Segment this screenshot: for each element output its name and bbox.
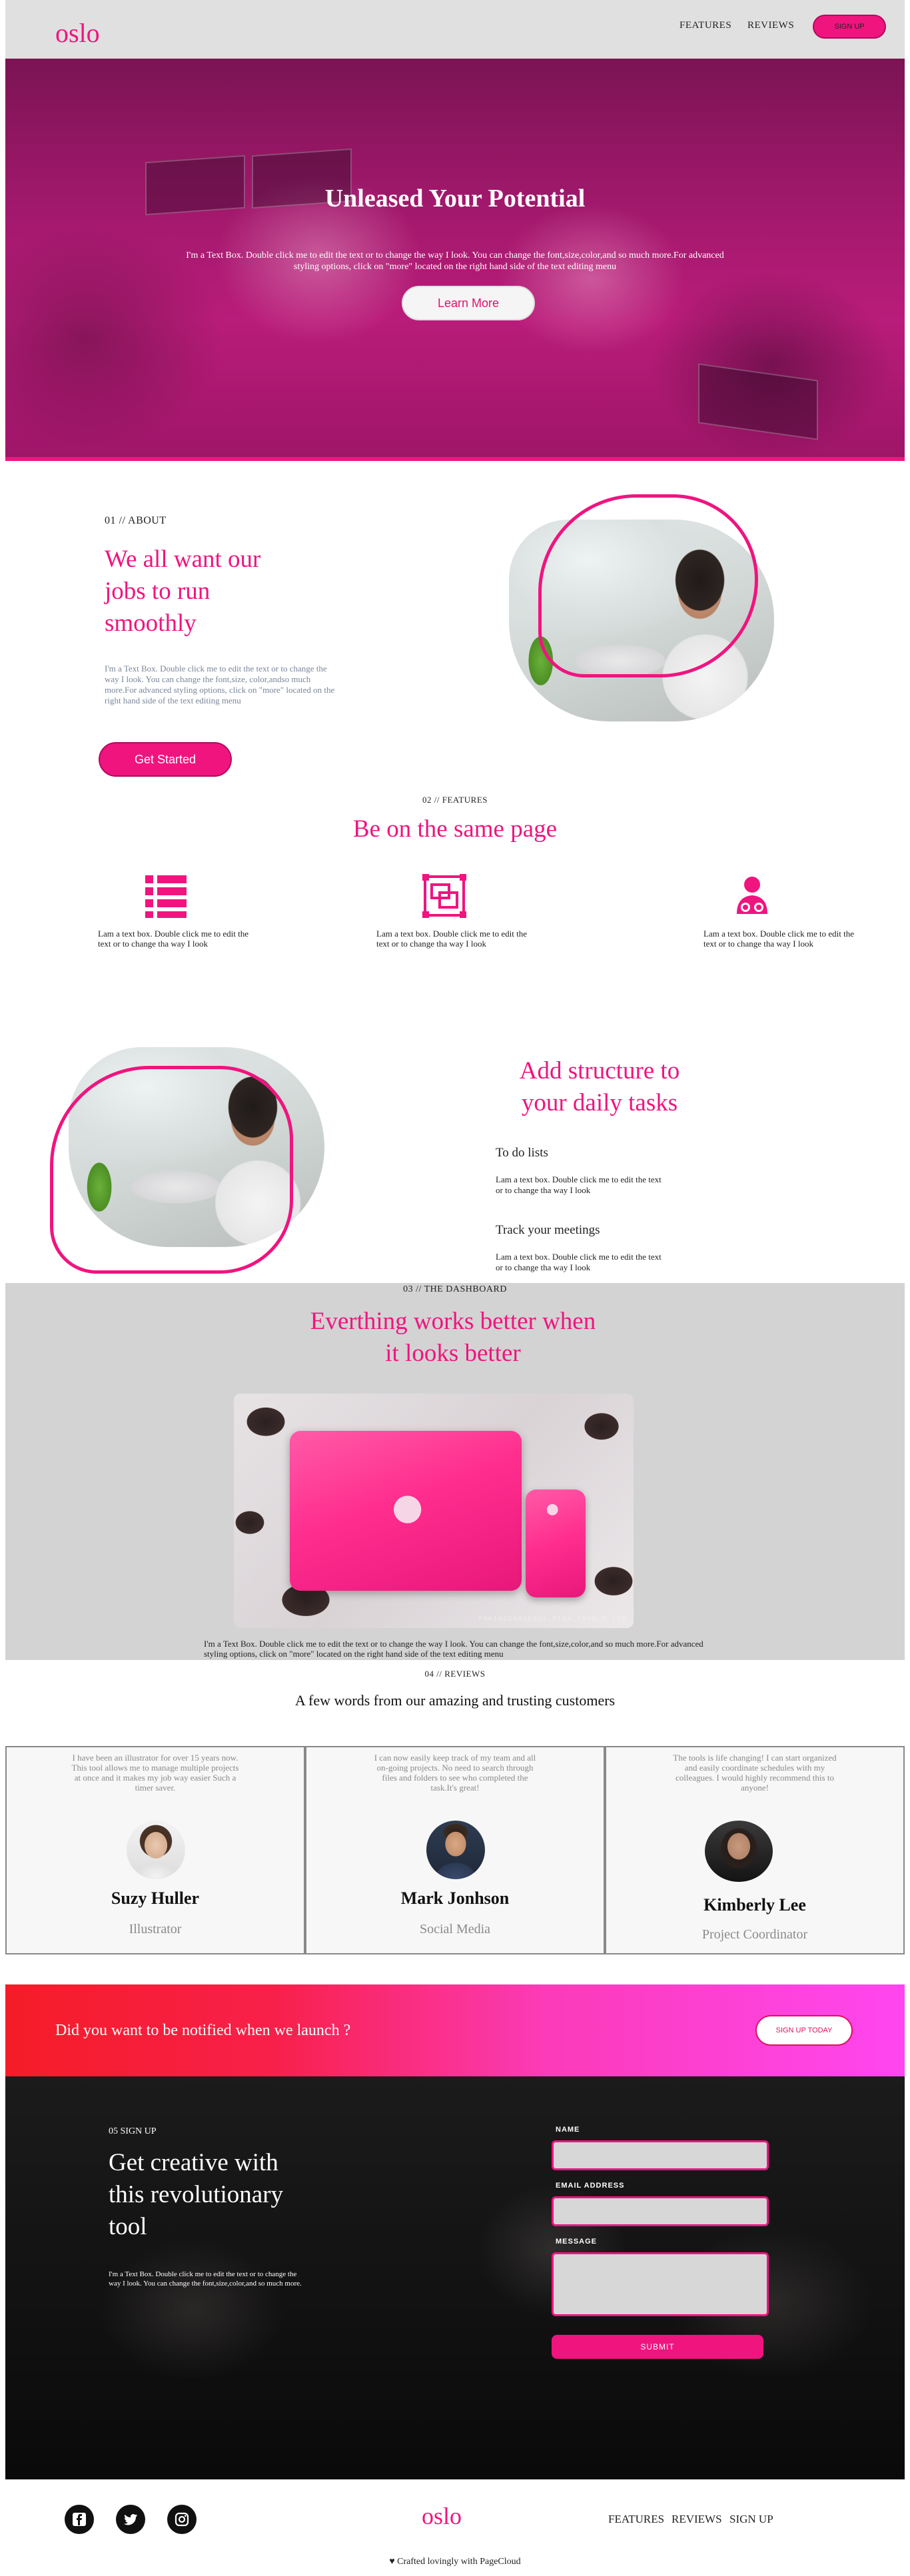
hero-section: Unleased Your Potential I'm a Text Box. … xyxy=(5,59,905,461)
image-watermark: FUKINGGORGEOUS-PINK.TUMBLR.COM xyxy=(478,1616,627,1623)
feature-text-2: Lam a text box. Double click me to edit … xyxy=(376,929,527,949)
notify-banner: Did you want to be notified when we laun… xyxy=(5,1984,905,2076)
features-headline: Be on the same page xyxy=(352,815,558,843)
pink-laptop: ● xyxy=(290,1431,522,1591)
reviewer-name: Kimberly Lee xyxy=(703,1895,806,1915)
review-text: I can now easily keep track of my team a… xyxy=(374,1753,536,1793)
reviewer-role: Social Media xyxy=(419,1922,491,1936)
team-icon xyxy=(737,877,767,914)
message-field-label: MESSAGE xyxy=(556,2238,598,2246)
avatar xyxy=(705,1821,773,1882)
nav-link-reviews[interactable]: REVIEWS xyxy=(747,20,794,31)
hero-bottom-border xyxy=(5,457,905,461)
sign-up-today-button[interactable]: SIGN UP TODAY xyxy=(755,2015,853,2046)
feature-text-1: Lam a text box. Double click me to edit … xyxy=(98,929,248,949)
signup-section: 05 SIGN UP Get creative with this revolu… xyxy=(5,2076,905,2479)
name-field[interactable] xyxy=(552,2140,769,2170)
reviewer-name: Suzy Huller xyxy=(111,1889,200,1908)
about-photo-outline xyxy=(538,494,758,677)
review-card: The tools is life changing! I can start … xyxy=(605,1746,905,1954)
apple-logo-icon: ● xyxy=(392,1485,424,1527)
logo[interactable]: oslo xyxy=(55,17,100,49)
get-started-button[interactable]: Get Started xyxy=(99,742,232,777)
frame-icon xyxy=(422,874,466,918)
review-card: I can now easily keep track of my team a… xyxy=(305,1746,605,1954)
structure-item-text-2: Lam a text box. Double click me to edit … xyxy=(496,1252,662,1272)
notify-text: Did you want to be notified when we laun… xyxy=(55,2022,351,2039)
signup-label: 05 SIGN UP xyxy=(109,2126,157,2136)
footer-credit: ♥ Crafted lovingly with PageCloud xyxy=(0,2557,910,2567)
footer-link-signup[interactable]: SIGN UP xyxy=(729,2513,773,2526)
email-field-label: EMAIL ADDRESS xyxy=(556,2182,625,2190)
hero-text: I'm a Text Box. Double click me to edit … xyxy=(186,250,724,272)
signup-text: I'm a Text Box. Double click me to edit … xyxy=(109,2270,302,2288)
feature-text-3: Lam a text box. Double click me to edit … xyxy=(703,929,854,949)
structure-item-text-1: Lam a text box. Double click me to edit … xyxy=(496,1174,662,1195)
facebook-icon[interactable] xyxy=(65,2505,94,2534)
apple-logo-icon: ● xyxy=(546,1500,559,1517)
about-label: 01 // ABOUT xyxy=(105,515,167,526)
dashboard-text: I'm a Text Box. Double click me to edit … xyxy=(204,1639,703,1659)
features-label: 02 // FEATURES xyxy=(422,795,488,805)
pink-phone: ● xyxy=(526,1490,586,1598)
avatar xyxy=(127,1821,185,1879)
footer-logo[interactable]: oslo xyxy=(422,2502,462,2530)
dashboard-image: ● ● FUKINGGORGEOUS-PINK.TUMBLR.COM xyxy=(234,1394,634,1628)
list-icon xyxy=(145,875,187,918)
reviewer-role: Project Coordinator xyxy=(701,1927,808,1942)
reviews-label: 04 // REVIEWS xyxy=(424,1669,486,1679)
about-headline: We all want our jobs to run smoothly xyxy=(105,546,261,637)
nav-link-features[interactable]: FEATURES xyxy=(680,20,731,31)
message-field[interactable] xyxy=(552,2252,769,2316)
review-card: I have been an illustrator for over 15 y… xyxy=(5,1746,305,1954)
submit-button[interactable]: SUBMIT xyxy=(552,2335,763,2359)
avatar xyxy=(426,1821,485,1879)
name-field-label: NAME xyxy=(556,2126,580,2134)
review-text: The tools is life changing! I can start … xyxy=(673,1753,837,1793)
structure-item-title-2: Track your meetings xyxy=(496,1223,600,1237)
footer-link-features[interactable]: FEATURES xyxy=(608,2513,664,2526)
email-field[interactable] xyxy=(552,2196,769,2226)
footer-credit-text: Crafted lovingly with PageCloud xyxy=(397,2557,521,2567)
heart-icon: ♥ xyxy=(389,2557,395,2567)
twitter-icon[interactable] xyxy=(116,2505,145,2534)
footer-link-reviews[interactable]: REVIEWS xyxy=(672,2513,722,2526)
top-nav: oslo FEATURES REVIEWS SIGN UP xyxy=(5,0,905,59)
structure-item-title-1: To do lists xyxy=(496,1146,548,1160)
instagram-icon[interactable] xyxy=(167,2505,197,2534)
hero-title: Unleased Your Potential xyxy=(324,185,586,213)
review-text: I have been an illustrator for over 15 y… xyxy=(71,1753,239,1793)
reviewer-role: Illustrator xyxy=(129,1922,182,1936)
dashboard-label: 03 // THE DASHBOARD xyxy=(403,1284,507,1294)
dashboard-headline: Everthing works better when it looks bet… xyxy=(310,1308,596,1367)
structure-photo-outline xyxy=(50,1066,293,1274)
signup-headline: Get creative with this revolutionary too… xyxy=(109,2149,284,2240)
structure-headline: Add structure to your daily tasks xyxy=(519,1057,680,1116)
hero-monitor xyxy=(698,363,818,440)
learn-more-button[interactable]: Learn More xyxy=(402,286,535,320)
reviewer-name: Mark Jonhson xyxy=(400,1889,510,1908)
about-text: I'm a Text Box. Double click me to edit … xyxy=(105,663,335,705)
reviews-headline: A few words from our amazing and trustin… xyxy=(294,1692,616,1709)
nav-signup-button[interactable]: SIGN UP xyxy=(813,15,886,39)
